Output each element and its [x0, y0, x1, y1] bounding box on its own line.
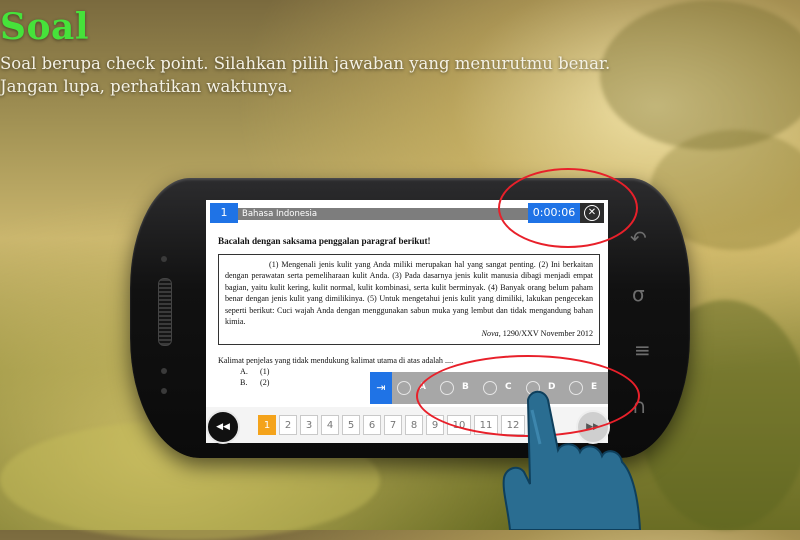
page-button[interactable]: 7 — [384, 415, 402, 435]
jump-to-end-button[interactable]: ⇥ — [370, 372, 392, 404]
page-title: Soal — [0, 6, 90, 48]
passage-source: Nova, 1290/XXV November 2012 — [225, 328, 593, 339]
page-button[interactable]: 3 — [300, 415, 318, 435]
reading-passage: (1) Mengenali jenis kulit yang Anda mili… — [218, 254, 600, 345]
timer-highlight-ellipse — [498, 168, 638, 248]
sensor-dot — [161, 388, 167, 394]
search-key-icon[interactable]: σ — [632, 282, 645, 306]
page-button[interactable]: 2 — [279, 415, 297, 435]
back-key-icon[interactable]: ↶ — [630, 226, 647, 250]
option-text: (1) — [260, 366, 270, 376]
page-button[interactable]: 5 — [342, 415, 360, 435]
page-button[interactable]: 4 — [321, 415, 339, 435]
passage-text: (1) Mengenali jenis kulit yang Anda mili… — [225, 260, 593, 327]
menu-key-icon[interactable]: ≡ — [634, 338, 651, 362]
option-key: B. — [240, 377, 248, 387]
source-title: Nova, — [481, 329, 501, 339]
previous-page-button[interactable]: ◀◀ — [206, 410, 240, 444]
option-text: (2) — [260, 377, 270, 387]
sensor-dot — [161, 256, 167, 262]
page-button[interactable]: 8 — [405, 415, 423, 435]
source-detail: 1290/XXV November 2012 — [500, 329, 593, 339]
question-number: 1 — [210, 203, 238, 223]
page-button[interactable]: 6 — [363, 415, 381, 435]
subject-label: Bahasa Indonesia — [238, 208, 536, 220]
radio-icon — [397, 381, 411, 395]
option-key: A. — [240, 366, 248, 376]
page-button[interactable]: 1 — [258, 415, 276, 435]
page-description: Soal berupa check point. Silahkan pilih … — [0, 54, 611, 96]
sensor-dot — [161, 368, 167, 374]
pointing-hand-icon — [502, 390, 642, 530]
speaker-grille — [158, 278, 172, 346]
